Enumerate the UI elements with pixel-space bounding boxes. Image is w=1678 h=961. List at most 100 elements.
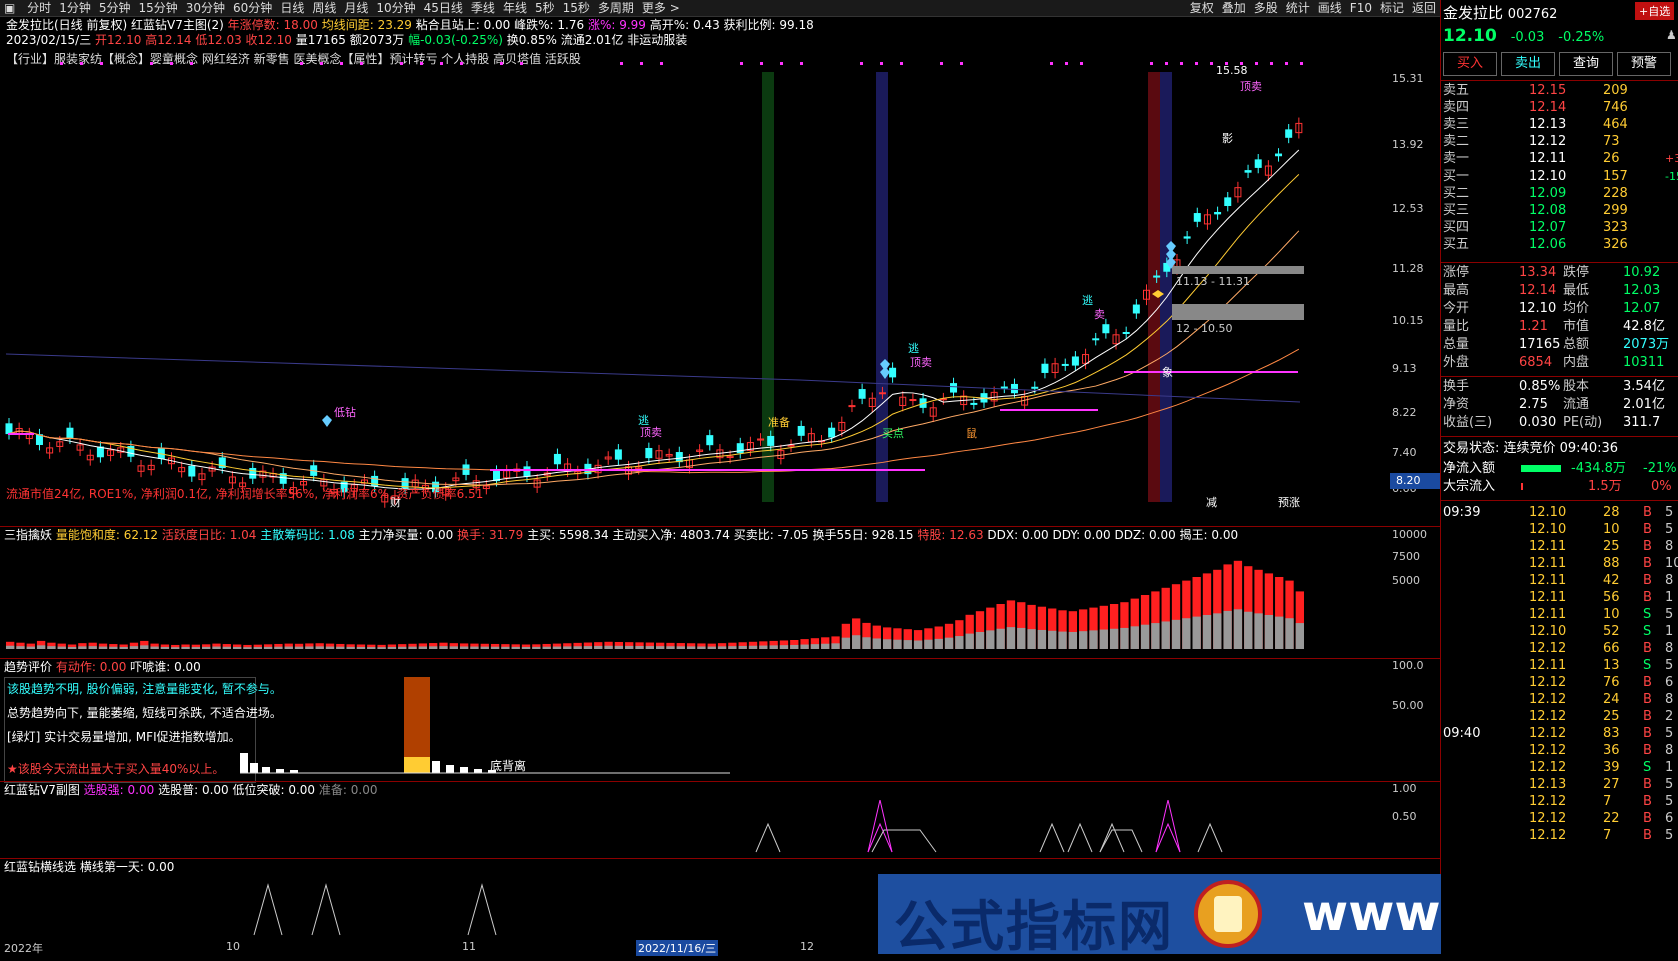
tick-cell: B	[1643, 726, 1652, 741]
period-tab[interactable]: 15秒	[559, 0, 594, 16]
sell-button[interactable]: 卖出	[1501, 52, 1555, 76]
signal-spike	[253, 883, 283, 936]
y-axis-label: 10000	[1392, 528, 1427, 541]
volume-bar-inner	[934, 638, 943, 649]
trend-eval-panel[interactable]: 趋势评价 有动作: 0.00 吓唬谁: 0.00 该股趋势不明, 股价偏弱, 注…	[0, 659, 1440, 783]
volume-panel[interactable]: 三指擒妖 量能饱和度: 62.12 活跃度日比: 1.04 主散筹码比: 1.0…	[0, 527, 1440, 658]
level-volume: 228	[1603, 186, 1628, 201]
main-kline-chart[interactable]: 金发拉比(日线 前复权) 红蓝钻V7主图(2) 年涨停数: 18.00 均线间距…	[0, 16, 1440, 526]
period-tab[interactable]: 更多 >	[638, 0, 684, 16]
toolbar-function-button[interactable]: 复权	[1186, 0, 1218, 16]
ask-level[interactable]: 卖四 12.14 746	[1443, 99, 1678, 117]
stat-cell: 跌停	[1563, 265, 1590, 280]
tick-cell: 1	[1665, 760, 1674, 775]
tick-row: 12.12 25 B 2	[1443, 708, 1678, 726]
volume-bar-inner	[748, 645, 758, 649]
toolbar-function-button[interactable]: 画线	[1314, 0, 1346, 16]
signal-band	[1148, 72, 1160, 502]
period-tab[interactable]: 1分钟	[55, 0, 95, 16]
trend-eval-canvas	[240, 677, 730, 774]
stat-cell: 总量	[1443, 337, 1470, 352]
bid-level[interactable]: 买一 12.10 157 -15	[1443, 168, 1678, 186]
tick-cell: B	[1643, 828, 1652, 843]
volume-bar-inner	[222, 646, 231, 649]
period-tab[interactable]: 年线	[499, 0, 531, 16]
bell-icon[interactable]: ♟	[1666, 28, 1677, 42]
tick-cell: 25	[1603, 539, 1620, 554]
bid-level[interactable]: 买五 12.06 326	[1443, 236, 1678, 254]
period-tab[interactable]: 60分钟	[229, 0, 276, 16]
stat-cell: 311.7	[1623, 415, 1661, 430]
header-segment: 买卖比: -7.05	[729, 528, 809, 542]
volume-bar-inner	[614, 645, 624, 649]
period-tab[interactable]: 5秒	[531, 0, 559, 16]
bid-level[interactable]: 买四 12.07 323	[1443, 219, 1678, 237]
chart-annotation: 鼠	[966, 426, 977, 440]
volume-bar-inner	[769, 645, 778, 649]
volume-bar-inner	[212, 646, 221, 649]
header-segment: 吓唬谁: 0.00	[126, 660, 201, 674]
header-segment: 主动买入净: 4803.74	[608, 528, 730, 542]
candle-body	[645, 447, 653, 459]
volume-bar-inner	[274, 646, 283, 649]
period-tab[interactable]: 15分钟	[134, 0, 181, 16]
bid-level[interactable]: 买二 12.09 228	[1443, 185, 1678, 203]
volume-bar-inner	[521, 646, 531, 649]
timeline-label: 10	[226, 940, 240, 953]
period-tab[interactable]: 30分钟	[182, 0, 229, 16]
header-segment: 活跃度日比: 1.04	[158, 528, 257, 542]
period-tab[interactable]: 45日线	[420, 0, 467, 16]
ask-level[interactable]: 卖二 12.12 73	[1443, 133, 1678, 151]
tick-row: 12.12 22 B 6	[1443, 810, 1678, 828]
toolbar-function-button[interactable]: 标记	[1376, 0, 1408, 16]
buy-button[interactable]: 买入	[1443, 52, 1497, 76]
sub-chart-panel[interactable]: 红蓝钻V7副图 选股强: 0.00 选股普: 0.00 低位突破: 0.00 准…	[0, 782, 1440, 858]
y-axis-label: 9.13	[1392, 362, 1417, 375]
toolbar-function-button[interactable]: 统计	[1282, 0, 1314, 16]
tick-row: 12.13 27 B 5	[1443, 776, 1678, 794]
candle-body	[706, 435, 714, 446]
period-tab[interactable]: 分时	[23, 0, 55, 16]
period-tab[interactable]: 周线	[308, 0, 340, 16]
toolbar-function-button[interactable]: 多股	[1250, 0, 1282, 16]
horizontal-line-panel[interactable]: 红蓝钻横线选 横线第一天: 0.00	[0, 859, 878, 940]
stat-cell: 净资	[1443, 397, 1470, 412]
volume-bar-inner	[1151, 623, 1160, 649]
period-tab[interactable]: 5分钟	[95, 0, 135, 16]
price-line: 12.10 -0.03 -0.25%	[1443, 26, 1604, 46]
tick-cell: B	[1643, 675, 1652, 690]
header-segment: 主力净买量: 0.00	[354, 528, 454, 542]
toolbar-function-button[interactable]: F10	[1346, 0, 1376, 16]
bid-level[interactable]: 买三 12.08 299	[1443, 202, 1678, 220]
header-segment: 选股强: 0.00	[79, 783, 155, 797]
volume-bar-inner	[656, 646, 665, 649]
candle-body	[1193, 213, 1201, 222]
ask-level[interactable]: 卖一 12.11 26 +3	[1443, 150, 1678, 168]
period-tab[interactable]: 季线	[467, 0, 499, 16]
header-segment: 峰跌%: 1.76	[510, 18, 585, 32]
volume-bar-inner	[439, 646, 448, 649]
ask-level[interactable]: 卖三 12.13 464	[1443, 116, 1678, 134]
y-axis-label: 7500	[1392, 550, 1420, 563]
header-segment: 红蓝钻横线选	[4, 860, 77, 874]
volume-bar-inner	[377, 647, 386, 649]
period-tab[interactable]: 日线	[276, 0, 308, 16]
ask-level[interactable]: 卖五 12.15 209	[1443, 82, 1678, 100]
toolbar-function-button[interactable]: 返回	[1408, 0, 1440, 16]
period-tab[interactable]: 多周期	[594, 0, 638, 16]
query-button[interactable]: 查询	[1559, 52, 1613, 76]
level-price: 12.09	[1529, 186, 1567, 201]
tick-cell: B	[1643, 743, 1652, 758]
period-tab[interactable]: 10分钟	[372, 0, 419, 16]
tick-cell: S	[1643, 624, 1652, 639]
toolbar-menu-icon[interactable]: ▣	[0, 0, 19, 16]
period-tab[interactable]: 月线	[340, 0, 372, 16]
alert-button[interactable]: 预警	[1617, 52, 1671, 76]
volume-bar-inner	[6, 645, 15, 649]
tick-cell: 12.10	[1529, 505, 1567, 520]
add-favorite-button[interactable]: +自选	[1635, 2, 1675, 20]
candle-body	[1092, 338, 1100, 341]
trend-eval-header: 趋势评价 有动作: 0.00 吓唬谁: 0.00	[4, 660, 201, 675]
signal-dot	[80, 62, 83, 65]
toolbar-function-button[interactable]: 叠加	[1218, 0, 1250, 16]
